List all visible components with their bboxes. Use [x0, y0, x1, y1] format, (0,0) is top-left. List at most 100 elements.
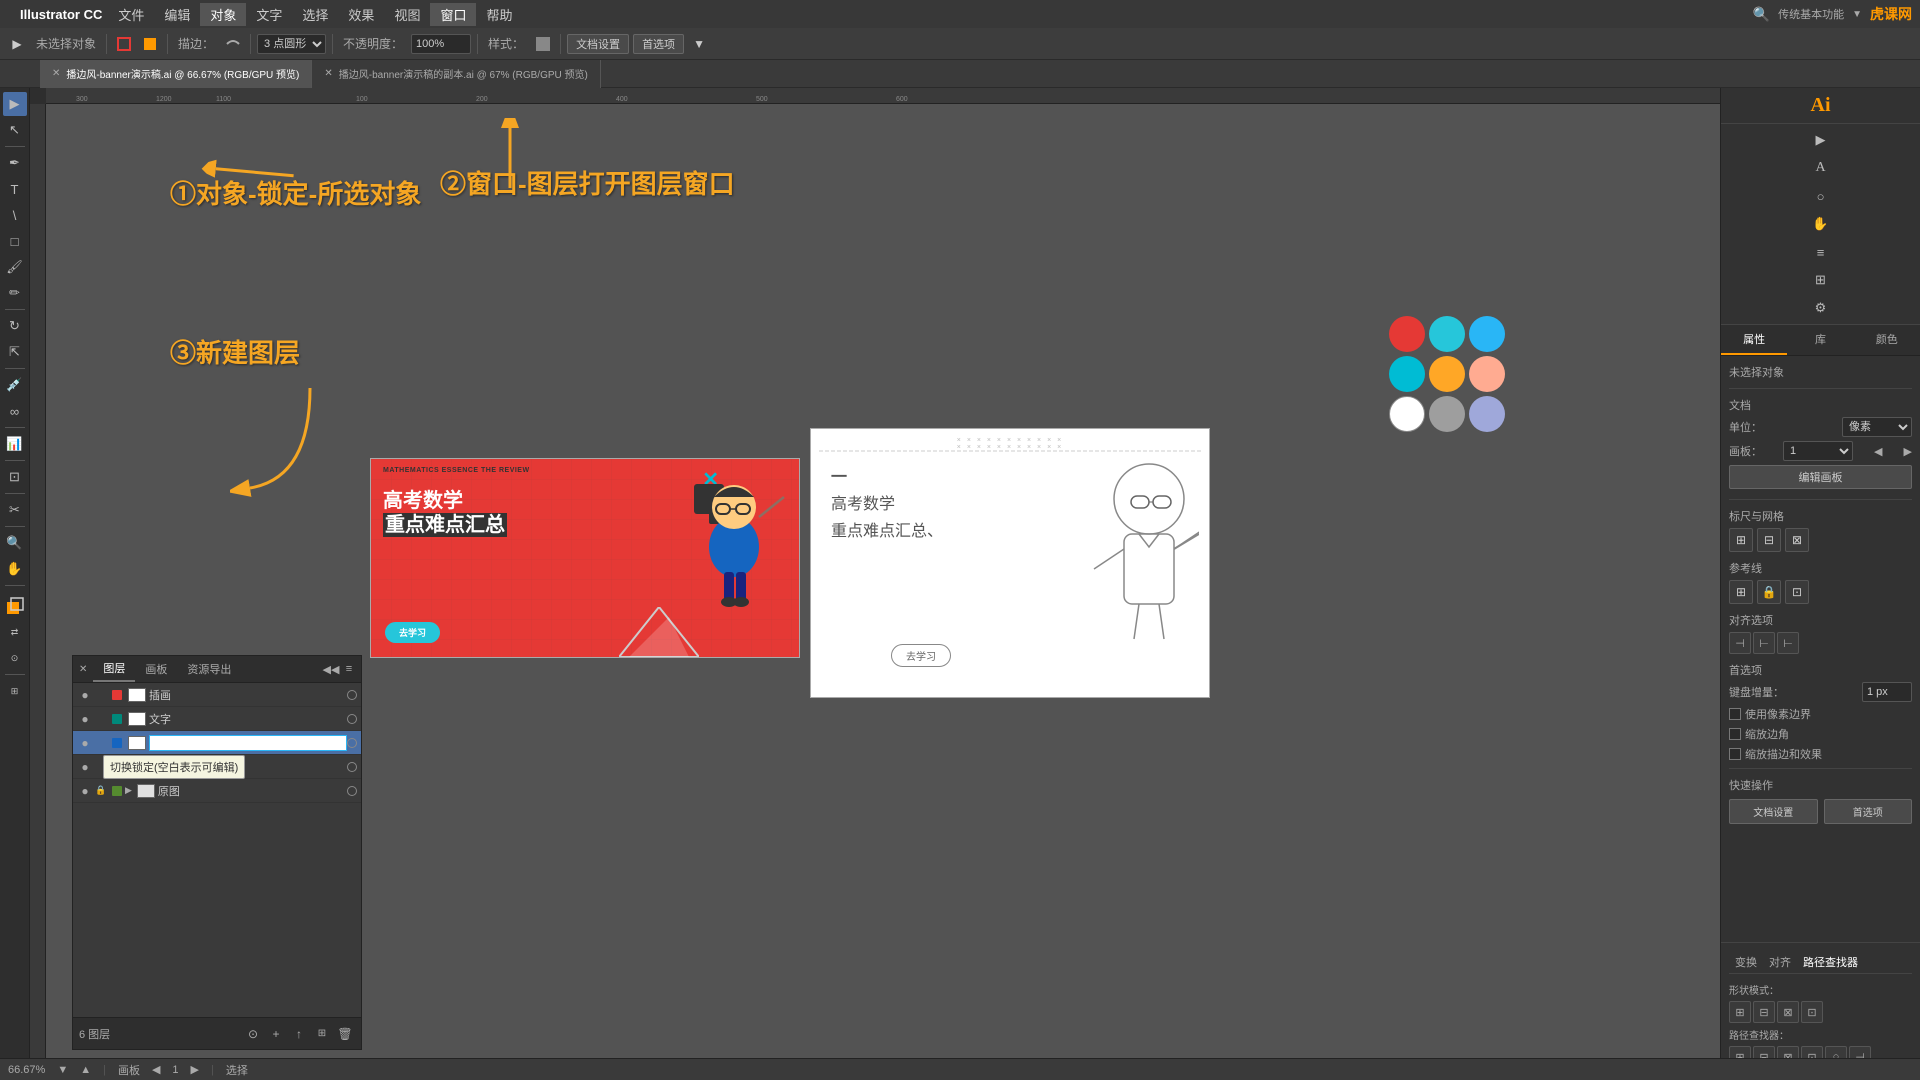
- round-corners-checkbox[interactable]: [1729, 728, 1741, 740]
- menu-item-help[interactable]: 帮助: [476, 3, 522, 26]
- paintbrush-tool[interactable]: 🖌: [3, 255, 27, 279]
- rp-tool-circle[interactable]: ○: [1809, 184, 1833, 208]
- menu-item-window[interactable]: 窗口: [430, 3, 476, 26]
- swatch-white[interactable]: [1389, 396, 1425, 432]
- layer-eye-2[interactable]: ●: [77, 711, 93, 727]
- rotate-tool[interactable]: ↻: [3, 314, 27, 338]
- layer-eye-4[interactable]: ●: [77, 759, 93, 775]
- rp-tool-layers[interactable]: ≡: [1809, 240, 1833, 264]
- swatch-blue[interactable]: [1469, 316, 1505, 352]
- layer-row-3[interactable]: ● 切换锁定(空白表示可编辑): [73, 731, 361, 755]
- preferences-button[interactable]: 首选项: [633, 34, 684, 54]
- swatch-periwinkle[interactable]: [1469, 396, 1505, 432]
- artboard-tool[interactable]: ⊡: [3, 465, 27, 489]
- zoom-level[interactable]: 66.67%: [8, 1064, 45, 1076]
- style-swatch[interactable]: [532, 33, 554, 55]
- artboard-next-btn[interactable]: ▶: [191, 1063, 199, 1076]
- intersect-icon[interactable]: ⊠: [1777, 1001, 1799, 1023]
- stroke-icon[interactable]: [222, 33, 244, 55]
- layer-panel-menu-icon[interactable]: ≡: [341, 661, 357, 677]
- scale-tool[interactable]: ⇱: [3, 340, 27, 364]
- rect-tool[interactable]: □: [3, 229, 27, 253]
- rp-keyboard-input[interactable]: [1862, 682, 1912, 702]
- bottom-tab-pathfinder[interactable]: 路径查找器: [1797, 951, 1864, 973]
- type-tool[interactable]: T: [3, 177, 27, 201]
- selection-tool[interactable]: ▶: [3, 92, 27, 116]
- layer-tab-artboards[interactable]: 画板: [135, 657, 177, 681]
- grid-icon[interactable]: ⊟: [1757, 528, 1781, 552]
- guide-hide-icon[interactable]: ⊡: [1785, 580, 1809, 604]
- layer-row-2[interactable]: ● 文字: [73, 707, 361, 731]
- guide-add-icon[interactable]: ⊞: [1729, 580, 1753, 604]
- rp-tab-color[interactable]: 颜色: [1854, 325, 1920, 355]
- rp-tab-library[interactable]: 库: [1787, 325, 1853, 355]
- ruler-icon[interactable]: ⊞: [1729, 528, 1753, 552]
- zoom-tool[interactable]: 🔍: [3, 531, 27, 555]
- zoom-stepper-down[interactable]: ▼: [57, 1064, 68, 1076]
- pen-tool[interactable]: ✒: [3, 151, 27, 175]
- opacity-input[interactable]: [411, 34, 471, 54]
- layer-eye-5[interactable]: ●: [77, 783, 93, 799]
- scale-strokes-checkbox[interactable]: [1729, 748, 1741, 760]
- stroke-color-icon[interactable]: [113, 33, 135, 55]
- change-screen-icon[interactable]: ⊞: [3, 679, 27, 703]
- layer-eye-1[interactable]: ●: [77, 687, 93, 703]
- stroke-type-select[interactable]: 3 点圆形: [257, 34, 326, 54]
- chevron-down-icon[interactable]: ▼: [1852, 9, 1862, 20]
- delete-layer-icon[interactable]: 🗑: [335, 1024, 355, 1044]
- align-right-icon[interactable]: ⊢: [1777, 632, 1799, 654]
- artboard-prev-btn[interactable]: ◀: [152, 1063, 160, 1076]
- layer-expand-5[interactable]: ▶: [125, 785, 132, 796]
- fill-color-icon[interactable]: [139, 33, 161, 55]
- canvas-area[interactable]: 300 1200 1100 100 200 400 500 600 ①对象-锁定…: [30, 88, 1720, 1080]
- search-icon[interactable]: 🔍: [1753, 6, 1770, 23]
- swatch-cyan[interactable]: [1389, 356, 1425, 392]
- menu-item-view[interactable]: 视图: [384, 3, 430, 26]
- select-tool-icon[interactable]: ▶: [6, 33, 28, 55]
- tab-2[interactable]: ✕ 播边风-banner演示稿的副本.ai @ 67% (RGB/GPU 预览): [312, 60, 600, 88]
- swap-icon[interactable]: ⇄: [3, 620, 27, 644]
- layer-name-input-3[interactable]: [149, 735, 347, 751]
- quick-preferences-button[interactable]: 首选项: [1824, 799, 1913, 824]
- menu-item-file[interactable]: 文件: [108, 3, 154, 26]
- doc-settings-button[interactable]: 文档设置: [567, 34, 629, 54]
- slice-tool[interactable]: ✂: [3, 498, 27, 522]
- layer-tab-assets[interactable]: 资源导出: [177, 657, 241, 681]
- layer-eye-3[interactable]: ●: [77, 735, 93, 751]
- guide-lock-icon[interactable]: 🔒: [1757, 580, 1781, 604]
- more-options-icon[interactable]: ▼: [688, 33, 710, 55]
- graph-tool[interactable]: 📊: [3, 432, 27, 456]
- hand-tool[interactable]: ✋: [3, 557, 27, 581]
- rp-tool-hand[interactable]: ✋: [1809, 212, 1833, 236]
- swatch-teal[interactable]: [1429, 316, 1465, 352]
- pixel-grid-icon[interactable]: ⊠: [1785, 528, 1809, 552]
- layer-panel-close[interactable]: ✕: [73, 660, 93, 679]
- tab-2-close[interactable]: ✕: [324, 68, 332, 79]
- swatch-orange[interactable]: [1429, 356, 1465, 392]
- layer-row-5[interactable]: ● 🔒 ▶ 原图: [73, 779, 361, 803]
- align-left-icon[interactable]: ⊣: [1729, 632, 1751, 654]
- pencil-tool[interactable]: ✏: [3, 281, 27, 305]
- swatch-salmon[interactable]: [1469, 356, 1505, 392]
- rp-artboard-next[interactable]: ▶: [1904, 445, 1912, 458]
- menu-item-effect[interactable]: 效果: [338, 3, 384, 26]
- rp-artboard-prev[interactable]: ◀: [1874, 445, 1882, 458]
- menu-item-select[interactable]: 选择: [292, 3, 338, 26]
- rp-tool-letter-a[interactable]: A: [1809, 156, 1833, 180]
- collect-icon[interactable]: ⊞: [312, 1024, 332, 1044]
- zoom-stepper-up[interactable]: ▲: [80, 1064, 91, 1076]
- layer-lock-3[interactable]: [93, 735, 109, 751]
- swatch-red[interactable]: [1389, 316, 1425, 352]
- menu-item-object[interactable]: 对象: [200, 3, 246, 26]
- unite-icon[interactable]: ⊞: [1729, 1001, 1751, 1023]
- rp-tool-transform[interactable]: ⊞: [1809, 268, 1833, 292]
- rp-unit-select[interactable]: 像素: [1842, 417, 1912, 437]
- layer-row-1[interactable]: ● 插画: [73, 683, 361, 707]
- edit-artboard-button[interactable]: 编辑画板: [1729, 465, 1912, 489]
- layer-panel-collapse-icon[interactable]: ◀◀: [323, 661, 339, 677]
- bottom-tab-align[interactable]: 对齐: [1763, 951, 1797, 973]
- minus-front-icon[interactable]: ⊟: [1753, 1001, 1775, 1023]
- rp-artboard-select[interactable]: 1: [1783, 441, 1853, 461]
- layer-lock-1[interactable]: [93, 687, 109, 703]
- rp-tool-settings[interactable]: ⚙: [1809, 296, 1833, 320]
